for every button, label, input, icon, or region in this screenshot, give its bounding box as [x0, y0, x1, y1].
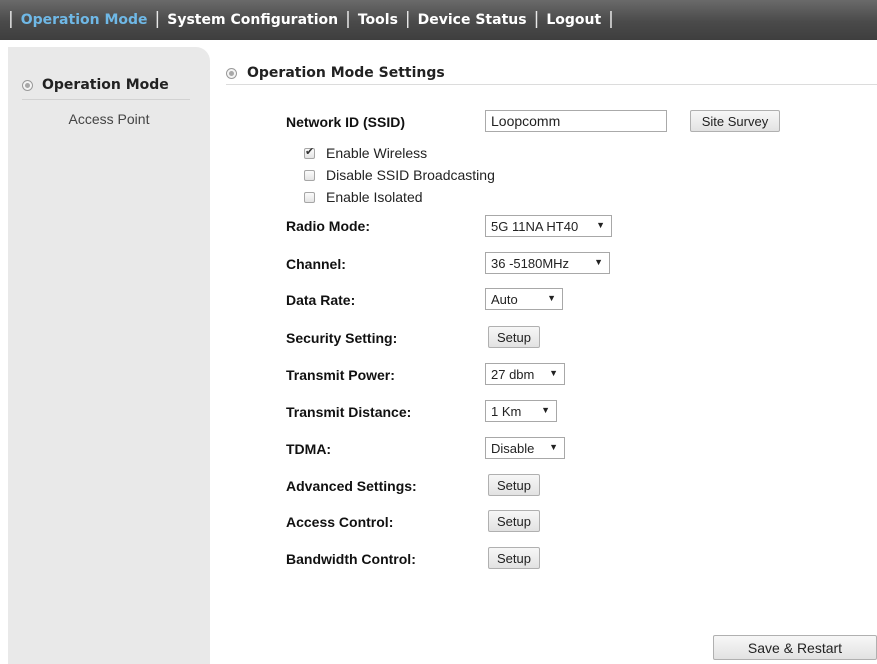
nav-separator: |: [345, 9, 351, 29]
advanced-setup-button[interactable]: Setup: [488, 474, 540, 496]
nav-operation-mode[interactable]: Operation Mode: [21, 12, 148, 28]
radio-mode-label: Radio Mode:: [286, 218, 370, 234]
sidebar-title: Operation Mode: [42, 77, 169, 93]
nav-logout[interactable]: Logout: [546, 12, 601, 28]
access-control-label: Access Control:: [286, 514, 394, 530]
nav-tools[interactable]: Tools: [358, 12, 398, 28]
transmit-distance-label: Transmit Distance:: [286, 404, 412, 420]
channel-value: 36 -5180MHz: [491, 255, 570, 271]
enable-isolated-option[interactable]: Enable Isolated: [304, 189, 423, 205]
channel-select[interactable]: 36 -5180MHz ▼: [485, 252, 610, 274]
bandwidth-setup-button[interactable]: Setup: [488, 547, 540, 569]
data-rate-select[interactable]: Auto ▼: [485, 288, 563, 310]
transmit-power-select[interactable]: 27 dbm ▼: [485, 363, 565, 385]
top-nav-bar: | Operation Mode | System Configuration …: [0, 0, 877, 40]
ssid-input[interactable]: [485, 110, 667, 132]
disable-ssid-broadcasting-option[interactable]: Disable SSID Broadcasting: [304, 167, 495, 183]
site-survey-button[interactable]: Site Survey: [690, 110, 780, 132]
disable-ssid-broadcasting-checkbox[interactable]: [304, 169, 315, 181]
transmit-power-label: Transmit Power:: [286, 367, 395, 383]
dropdown-arrow-icon: ▼: [549, 442, 558, 452]
tdma-value: Disable: [491, 440, 535, 456]
access-control-setup-button[interactable]: Setup: [488, 510, 540, 532]
bullet-circle-icon: [226, 67, 237, 79]
security-setting-label: Security Setting:: [286, 330, 398, 346]
dropdown-arrow-icon: ▼: [594, 257, 603, 267]
nav-separator: |: [154, 9, 161, 29]
dropdown-arrow-icon: ▼: [547, 293, 556, 303]
data-rate-label: Data Rate:: [286, 292, 356, 308]
nav-separator: |: [533, 9, 540, 29]
data-rate-value: Auto: [491, 291, 518, 307]
enable-isolated-checkbox[interactable]: [304, 191, 315, 203]
section-title: Operation Mode Settings: [247, 65, 445, 81]
tdma-select[interactable]: Disable ▼: [485, 437, 565, 459]
transmit-distance-value: 1 Km: [491, 403, 522, 419]
bullet-circle-icon: [22, 79, 33, 91]
transmit-distance-select[interactable]: 1 Km ▼: [485, 400, 557, 422]
enable-wireless-checkbox[interactable]: [304, 145, 315, 159]
sidebar: Operation Mode Access Point: [8, 47, 210, 664]
security-setup-button[interactable]: Setup: [488, 326, 540, 348]
radio-mode-select[interactable]: 5G 11NA HT40 ▼: [485, 215, 612, 237]
tdma-label: TDMA:: [286, 441, 332, 457]
nav-separator: |: [404, 9, 411, 29]
section-header: Operation Mode Settings: [226, 62, 877, 85]
enable-wireless-label: Enable Wireless: [326, 145, 428, 161]
nav-system-configuration[interactable]: System Configuration: [167, 12, 338, 28]
nav-separator: |: [608, 9, 614, 29]
sidebar-header: Operation Mode: [22, 71, 190, 100]
channel-label: Channel:: [286, 256, 346, 272]
dropdown-arrow-icon: ▼: [549, 368, 558, 378]
bandwidth-control-label: Bandwidth Control:: [286, 551, 416, 567]
nav-device-status[interactable]: Device Status: [418, 12, 527, 28]
transmit-power-value: 27 dbm: [491, 366, 535, 382]
ssid-label: Network ID (SSID): [286, 114, 406, 130]
save-restart-button[interactable]: Save & Restart: [713, 635, 877, 660]
dropdown-arrow-icon: ▼: [596, 220, 605, 230]
enable-isolated-label: Enable Isolated: [326, 189, 423, 205]
enable-wireless-option[interactable]: Enable Wireless: [304, 145, 427, 161]
sidebar-item-access-point[interactable]: Access Point: [8, 111, 210, 127]
radio-mode-value: 5G 11NA HT40: [491, 218, 579, 234]
disable-ssid-broadcasting-label: Disable SSID Broadcasting: [326, 167, 495, 183]
advanced-settings-label: Advanced Settings:: [286, 478, 417, 494]
nav-separator: |: [8, 9, 14, 29]
dropdown-arrow-icon: ▼: [541, 405, 550, 415]
